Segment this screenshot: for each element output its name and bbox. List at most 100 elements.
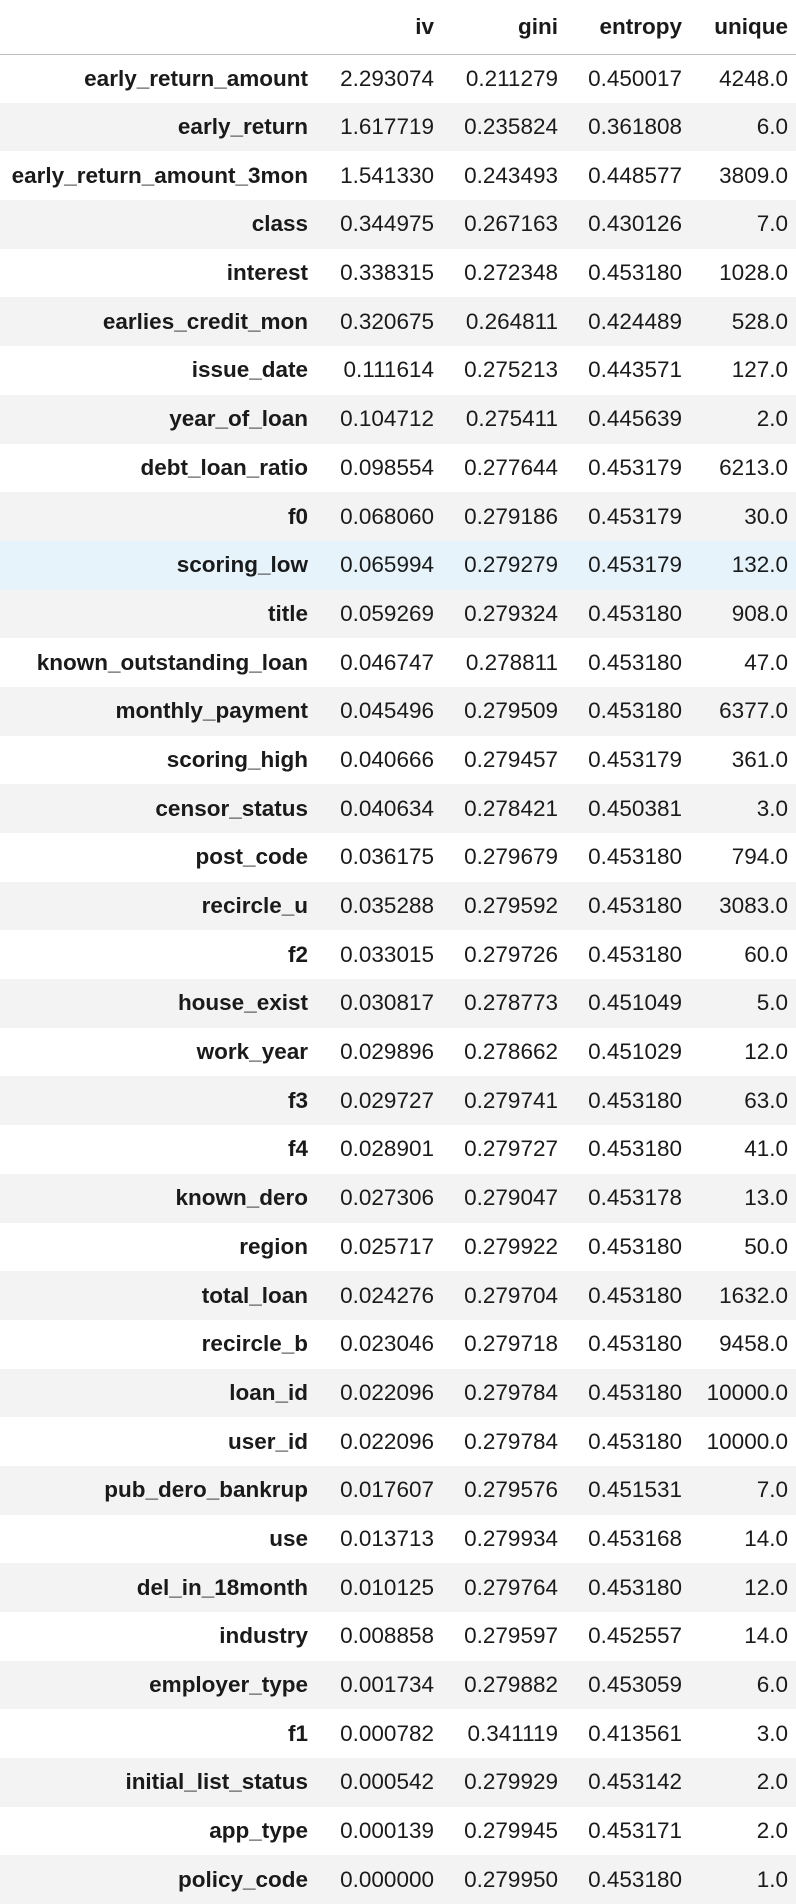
cell-entropy: 0.453179 [588, 746, 682, 772]
cell-entropy: 0.453180 [588, 649, 682, 675]
cell-unique: 3809.0 [719, 162, 788, 188]
table-row: early_return 1.617719 0.235824 0.361808 6.0 [0, 102, 796, 152]
cell-gini: 0.279324 [464, 600, 558, 626]
cell-unique: 1632.0 [719, 1282, 788, 1308]
header-iv: iv [318, 0, 442, 55]
row-label: recircle_u [201, 893, 308, 919]
row-label: f4 [287, 1136, 308, 1162]
row-label: censor_status [155, 795, 308, 821]
cell-gini: 0.279945 [464, 1818, 558, 1844]
cell-iv: 0.344975 [340, 211, 434, 237]
cell-entropy: 0.445639 [588, 406, 682, 432]
table-row: total_loan 0.024276 0.279704 0.453180 1632.0 [0, 1271, 796, 1320]
cell-iv: 0.338315 [340, 260, 434, 286]
row-label: post_code [195, 844, 308, 870]
cell-gini: 0.279929 [464, 1769, 558, 1795]
table-row: f4 0.028901 0.279727 0.453180 41.0 [0, 1125, 796, 1174]
row-label: early_return_amount_3mon [11, 162, 308, 188]
cell-entropy: 0.453180 [588, 600, 682, 626]
cell-gini: 0.279727 [464, 1136, 558, 1162]
cell-iv: 0.027306 [340, 1185, 434, 1211]
cell-unique: 3083.0 [719, 893, 788, 919]
cell-gini: 0.278773 [464, 990, 558, 1016]
cell-gini: 0.235824 [464, 114, 558, 140]
cell-iv: 0.059269 [340, 600, 434, 626]
row-label: title [267, 600, 308, 626]
cell-iv: 0.000000 [340, 1866, 434, 1892]
table-row: censor_status 0.040634 0.278421 0.450381 3.0 [0, 784, 796, 833]
cell-iv: 0.040666 [340, 746, 434, 772]
cell-gini: 0.279047 [464, 1185, 558, 1211]
row-label: debt_loan_ratio [140, 454, 308, 480]
cell-entropy: 0.453180 [588, 1233, 682, 1259]
cell-iv: 0.098554 [340, 454, 434, 480]
cell-entropy: 0.453180 [588, 1428, 682, 1454]
table-row: house_exist 0.030817 0.278773 0.451049 5.0 [0, 979, 796, 1028]
table-row: pub_dero_bankrup 0.017607 0.279576 0.451531… [0, 1465, 796, 1515]
table-row: known_dero 0.027306 0.279047 0.453178 13.0 [0, 1173, 796, 1223]
table-row: debt_loan_ratio 0.098554 0.277644 0.453179 6… [0, 443, 796, 493]
cell-gini: 0.279679 [464, 844, 558, 870]
cell-gini: 0.279704 [464, 1282, 558, 1308]
cell-gini: 0.279922 [464, 1233, 558, 1259]
cell-iv: 0.036175 [340, 844, 434, 870]
cell-entropy: 0.452557 [588, 1623, 682, 1649]
table-row: initial_list_status 0.000542 0.279929 0.453… [0, 1758, 796, 1807]
cell-entropy: 0.453180 [588, 1331, 682, 1357]
cell-entropy: 0.453180 [588, 1136, 682, 1162]
cell-unique: 2.0 [756, 1769, 788, 1795]
table-row: recircle_u 0.035288 0.279592 0.453180 3083.0 [0, 881, 796, 931]
row-label: class [251, 211, 308, 237]
row-label: f1 [287, 1720, 308, 1746]
cell-entropy: 0.453178 [588, 1185, 682, 1211]
cell-iv: 0.025717 [340, 1233, 434, 1259]
cell-gini: 0.277644 [464, 454, 558, 480]
cell-entropy: 0.453180 [588, 844, 682, 870]
table-row: interest 0.338315 0.272348 0.453180 1028.0 [0, 248, 796, 298]
cell-iv: 0.013713 [340, 1525, 434, 1551]
cell-entropy: 0.453142 [588, 1769, 682, 1795]
row-label: del_in_18month [136, 1574, 308, 1600]
cell-iv: 0.040634 [340, 795, 434, 821]
cell-iv: 0.068060 [340, 503, 434, 529]
cell-unique: 6377.0 [719, 698, 788, 724]
cell-unique: 794.0 [731, 844, 788, 870]
cell-unique: 132.0 [731, 552, 788, 578]
cell-iv: 2.293074 [340, 65, 434, 91]
cell-iv: 0.030817 [340, 990, 434, 1016]
cell-unique: 12.0 [744, 1574, 788, 1600]
cell-iv: 0.029727 [340, 1087, 434, 1113]
cell-unique: 7.0 [756, 1477, 788, 1503]
table-row: recircle_b 0.023046 0.279718 0.453180 9458.0 [0, 1319, 796, 1369]
table-row: f3 0.029727 0.279741 0.453180 63.0 [0, 1076, 796, 1126]
table-header: iv gini entropy unique [0, 0, 796, 55]
cell-gini: 0.341119 [467, 1720, 558, 1746]
cell-entropy: 0.453180 [588, 260, 682, 286]
cell-iv: 0.035288 [340, 893, 434, 919]
table-row: year_of_loan 0.104712 0.275411 0.445639 2.0 [0, 394, 796, 444]
cell-gini: 0.279576 [464, 1477, 558, 1503]
cell-unique: 12.0 [744, 1039, 788, 1065]
table-row: work_year 0.029896 0.278662 0.451029 12.0 [0, 1027, 796, 1077]
row-label: use [269, 1525, 308, 1551]
cell-entropy: 0.453179 [588, 552, 682, 578]
row-label: pub_dero_bankrup [104, 1477, 308, 1503]
table-row: issue_date 0.111614 0.275213 0.443571 127.0 [0, 346, 796, 395]
table-row: del_in_18month 0.010125 0.279764 0.453180 12… [0, 1563, 796, 1612]
cell-entropy: 0.413561 [588, 1720, 682, 1746]
row-label: scoring_high [166, 746, 308, 772]
cell-gini: 0.275213 [464, 357, 558, 383]
cell-unique: 63.0 [744, 1087, 788, 1113]
cell-iv: 0.033015 [340, 941, 434, 967]
cell-gini: 0.279597 [464, 1623, 558, 1649]
row-label: year_of_loan [169, 406, 308, 432]
cell-gini: 0.279882 [464, 1672, 558, 1698]
table-row: user_id 0.022096 0.279784 0.453180 10000.0 [0, 1417, 796, 1466]
cell-gini: 0.279950 [464, 1866, 558, 1892]
table-row: f1 0.000782 0.341119 0.413561 3.0 [0, 1709, 796, 1759]
cell-unique: 1028.0 [719, 260, 788, 286]
cell-gini: 0.279784 [464, 1379, 558, 1405]
cell-iv: 0.029896 [340, 1039, 434, 1065]
cell-entropy: 0.453180 [588, 1866, 682, 1892]
cell-entropy: 0.451029 [588, 1039, 682, 1065]
